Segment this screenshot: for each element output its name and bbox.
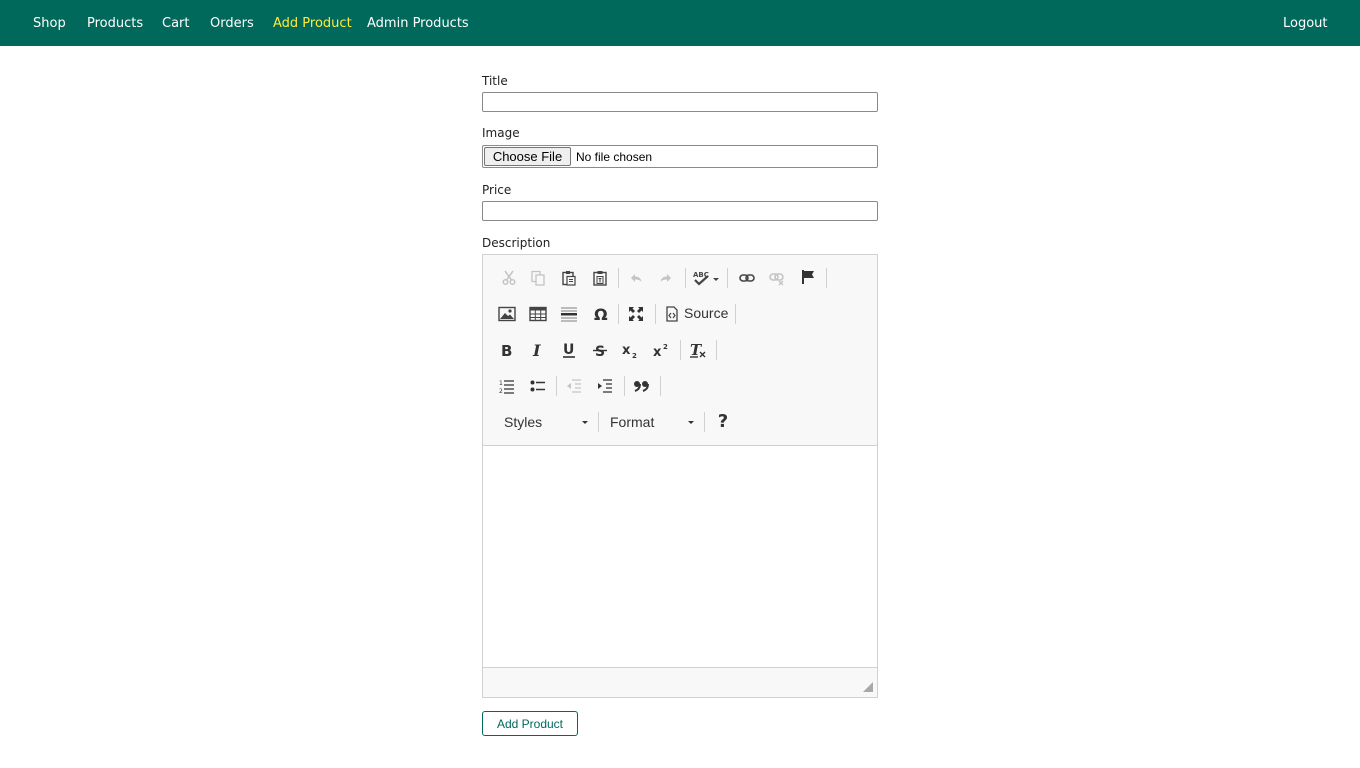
format-dropdown[interactable]: Format: [603, 410, 698, 434]
redo-icon[interactable]: [654, 266, 678, 290]
price-label: Price: [482, 183, 512, 197]
price-input[interactable]: [482, 201, 878, 221]
bulleted-list-icon[interactable]: [526, 374, 550, 398]
link-icon[interactable]: [735, 266, 759, 290]
spellcheck-icon[interactable]: ABC: [692, 266, 722, 290]
toolbar-separator: [685, 268, 686, 288]
styles-dropdown-label: Styles: [504, 414, 543, 430]
help-icon-glyph: ?: [717, 411, 729, 432]
toolbar-separator: [727, 268, 728, 288]
toolbar-separator: [735, 304, 736, 324]
svg-text:U: U: [563, 342, 574, 358]
bold-icon[interactable]: B: [495, 338, 519, 362]
svg-text:x: x: [653, 345, 662, 358]
logout-link[interactable]: Logout: [1283, 15, 1328, 32]
paste-icon[interactable]: [557, 266, 581, 290]
nav-shop-link[interactable]: Shop: [33, 15, 66, 32]
title-input[interactable]: [482, 92, 878, 112]
toolbar-separator: [618, 304, 619, 324]
strike-icon[interactable]: S: [588, 338, 612, 362]
outdent-icon[interactable]: [562, 374, 586, 398]
toolbar-separator: [826, 268, 827, 288]
toolbar-separator: [624, 376, 625, 396]
svg-text:2: 2: [632, 352, 637, 358]
subscript-icon[interactable]: x2: [618, 338, 642, 362]
title-label: Title: [482, 74, 508, 88]
choose-file-button[interactable]: Choose File: [484, 147, 571, 166]
toolbar-separator: [680, 340, 681, 360]
nav-cart-link[interactable]: Cart: [162, 15, 190, 32]
source-button-label[interactable]: Source: [684, 305, 728, 321]
toolbar-separator: [598, 412, 599, 432]
toolbar-separator: [660, 376, 661, 396]
chevron-down-icon: [688, 421, 694, 424]
copy-icon[interactable]: [526, 266, 550, 290]
undo-icon[interactable]: [624, 266, 648, 290]
file-status-text: No file chosen: [576, 150, 653, 164]
svg-text:2: 2: [663, 343, 668, 351]
svg-text:x: x: [622, 343, 631, 358]
nav-admin-products-link[interactable]: Admin Products: [367, 15, 469, 32]
svg-text:1: 1: [499, 380, 503, 387]
nav-orders-link[interactable]: Orders: [210, 15, 254, 32]
svg-text:I: I: [532, 342, 541, 358]
add-product-button[interactable]: Add Product: [482, 711, 578, 736]
editor-content-area[interactable]: [483, 445, 877, 668]
superscript-icon[interactable]: x2: [649, 338, 673, 362]
styles-dropdown[interactable]: Styles: [497, 410, 595, 434]
special-char-icon[interactable]: Ω: [589, 302, 613, 326]
unlink-icon[interactable]: [765, 266, 789, 290]
blockquote-icon[interactable]: [630, 374, 654, 398]
chevron-down-icon: [582, 421, 588, 424]
svg-text:B: B: [501, 342, 512, 358]
table-icon[interactable]: [526, 302, 550, 326]
toolbar-separator: [716, 340, 717, 360]
maximize-icon[interactable]: [624, 302, 648, 326]
source-icon[interactable]: [660, 302, 684, 326]
underline-icon[interactable]: U: [557, 338, 581, 362]
toolbar-separator: [556, 376, 557, 396]
image-label: Image: [482, 126, 520, 140]
cut-icon[interactable]: [497, 266, 521, 290]
svg-text:2: 2: [499, 388, 503, 394]
toolbar-separator: [655, 304, 656, 324]
description-label: Description: [482, 236, 551, 250]
help-icon[interactable]: ?: [711, 410, 735, 434]
italic-icon[interactable]: I: [526, 338, 550, 362]
nav-add-product-link[interactable]: Add Product: [273, 15, 352, 32]
numbered-list-icon[interactable]: 12: [495, 374, 519, 398]
image-icon[interactable]: [495, 302, 519, 326]
top-navbar: Shop Products Cart Orders Add Product Ad…: [0, 0, 1360, 46]
anchor-icon[interactable]: [797, 265, 821, 289]
toolbar-separator: [704, 412, 705, 432]
svg-text:Ω: Ω: [594, 305, 608, 323]
horizontal-line-icon[interactable]: [557, 302, 581, 326]
format-dropdown-label: Format: [610, 414, 655, 430]
remove-format-icon[interactable]: T: [686, 338, 710, 362]
indent-icon[interactable]: [593, 374, 617, 398]
image-file-input[interactable]: Choose File No file chosen: [482, 145, 878, 168]
toolbar-separator: [618, 268, 619, 288]
nav-products-link[interactable]: Products: [87, 15, 143, 32]
resize-handle-icon[interactable]: [863, 682, 873, 692]
description-editor: ABC Ω Source B I U S x 2 x 2 T 1 2 Style…: [482, 254, 878, 698]
paste-as-text-icon[interactable]: [588, 266, 612, 290]
